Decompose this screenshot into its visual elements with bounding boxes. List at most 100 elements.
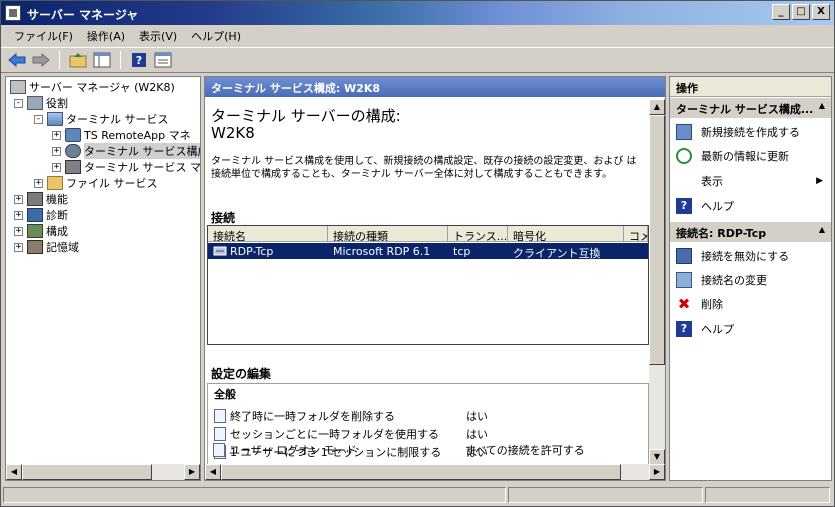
column-header-type[interactable]: 接続の種類 <box>328 226 448 241</box>
scroll-left-button[interactable]: ◀ <box>205 464 221 480</box>
tree-item-features[interactable]: + 機能 <box>14 191 68 207</box>
expand-toggle[interactable]: + <box>14 226 23 236</box>
tree-label: ターミナル サービス <box>66 113 169 126</box>
forward-arrow-icon[interactable] <box>31 50 51 70</box>
server-manager-window: サーバー マネージャ _ □ X ファイル(F) 操作(A) 表示(V) ヘルプ… <box>0 0 835 507</box>
toolbar: ? <box>1 47 834 73</box>
scroll-track[interactable] <box>221 464 649 480</box>
features-icon <box>27 192 43 206</box>
scroll-thumb[interactable] <box>649 115 665 365</box>
menu-action[interactable]: 操作(A) <box>80 26 132 46</box>
tree-label: サーバー マネージャ (W2K8) <box>29 81 175 94</box>
action-help-connection[interactable]: ? ヘルプ <box>670 318 831 340</box>
minimize-button[interactable]: _ <box>772 4 790 20</box>
collapse-toggle[interactable]: - <box>34 114 43 124</box>
help-icon: ? <box>676 321 692 337</box>
menu-file[interactable]: ファイル(F) <box>7 26 80 46</box>
tree-label: ターミナル サービス マネ <box>84 161 200 174</box>
status-cell <box>705 487 830 503</box>
tree-item-configuration[interactable]: + 構成 <box>14 223 68 239</box>
action-group-ts-config[interactable]: ターミナル サービス構成... ▲ <box>670 98 831 118</box>
setting-row[interactable]: セッションごとに一時フォルダを使用する はい <box>214 426 644 442</box>
expand-toggle[interactable]: + <box>52 130 61 140</box>
action-view[interactable]: 表示 ▶ <box>670 170 831 192</box>
tree-item-server-manager[interactable]: サーバー マネージャ (W2K8) <box>10 79 175 95</box>
tree-item-terminal-services[interactable]: - ターミナル サービス <box>34 111 169 127</box>
setting-row[interactable]: ユーザー ログオン モード すべての接続を許可する <box>213 442 643 458</box>
help-icon[interactable]: ? <box>129 50 149 70</box>
setting-icon <box>214 409 226 423</box>
diagnostics-icon <box>27 208 43 222</box>
scroll-right-button[interactable]: ▶ <box>184 464 200 480</box>
results-horizontal-scrollbar[interactable]: ◀ ▶ <box>205 464 665 480</box>
collapse-icon[interactable]: ▲ <box>819 225 825 239</box>
expand-toggle[interactable]: + <box>14 242 23 252</box>
connection-row[interactable]: RDP-Tcp Microsoft RDP 6.1 tcp クライアント互換 <box>208 243 648 259</box>
action-disable-connection[interactable]: 接続を無効にする <box>670 245 831 267</box>
scroll-up-button[interactable]: ▲ <box>649 99 665 115</box>
tree-item-ts-remoteapp[interactable]: + TS RemoteApp マネ <box>52 127 191 143</box>
submenu-arrow-icon: ▶ <box>816 176 823 186</box>
tree-label: ターミナル サービス構成 <box>84 143 200 159</box>
show-hide-tree-icon[interactable] <box>92 50 112 70</box>
setting-row[interactable]: 終了時に一時フォルダを削除する はい <box>214 408 644 424</box>
refresh-icon <box>676 148 692 164</box>
expand-toggle[interactable]: + <box>34 178 43 188</box>
results-vertical-scrollbar[interactable]: ▲ ▼ <box>649 99 665 465</box>
action-group-connection[interactable]: 接続名: RDP-Tcp ▲ <box>670 222 831 242</box>
tree-item-roles[interactable]: - 役割 <box>14 95 68 111</box>
help-icon: ? <box>676 198 692 214</box>
column-header-encryption[interactable]: 暗号化 <box>508 226 624 241</box>
menu-bar: ファイル(F) 操作(A) 表示(V) ヘルプ(H) <box>1 25 834 47</box>
tree-item-ts-manager[interactable]: + ターミナル サービス マネ <box>52 159 200 175</box>
scroll-right-button[interactable]: ▶ <box>649 464 665 480</box>
maximize-button[interactable]: □ <box>792 4 810 20</box>
collapse-icon[interactable]: ▲ <box>819 101 825 115</box>
tree-label: TS RemoteApp マネ <box>84 129 191 142</box>
action-refresh[interactable]: 最新の情報に更新 <box>670 145 831 167</box>
expand-toggle[interactable]: + <box>52 162 61 172</box>
action-new-connection[interactable]: 新規接続を作成する <box>670 121 831 143</box>
scroll-left-button[interactable]: ◀ <box>6 464 22 480</box>
collapse-toggle[interactable]: - <box>14 98 23 108</box>
status-cell <box>508 487 703 503</box>
menu-help[interactable]: ヘルプ(H) <box>184 26 248 46</box>
tree-horizontal-scrollbar[interactable]: ◀ ▶ <box>6 464 200 480</box>
menu-view[interactable]: 表示(V) <box>132 26 184 46</box>
disable-connection-icon <box>676 248 692 264</box>
action-group-title: ターミナル サービス構成... <box>676 103 814 116</box>
scroll-down-button[interactable]: ▼ <box>649 449 665 465</box>
tree-item-storage[interactable]: + 記憶域 <box>14 239 79 255</box>
view-icon <box>676 173 692 189</box>
column-header-comment[interactable]: コメ <box>624 226 648 241</box>
tree-item-diagnostics[interactable]: + 診断 <box>14 207 68 223</box>
expand-toggle[interactable]: + <box>52 146 61 156</box>
back-arrow-icon[interactable] <box>7 50 27 70</box>
storage-icon <box>27 240 43 254</box>
title-bar[interactable]: サーバー マネージャ _ □ X <box>1 1 834 25</box>
column-header-transport[interactable]: トランス... <box>448 226 508 241</box>
action-delete[interactable]: ✖ 削除 <box>670 293 831 315</box>
toolbar-separator <box>120 51 121 69</box>
scroll-thumb[interactable] <box>22 464 152 480</box>
roles-icon <box>27 96 43 110</box>
scroll-track[interactable] <box>22 464 184 480</box>
action-rename[interactable]: 接続名の変更 <box>670 269 831 291</box>
setting-value: はい <box>466 410 488 423</box>
column-header-name[interactable]: 接続名 <box>208 226 328 241</box>
up-folder-icon[interactable] <box>68 50 88 70</box>
tree-label: 記憶域 <box>46 241 79 254</box>
help-glyph: ? <box>136 54 142 67</box>
tree-item-ts-configuration[interactable]: + ターミナル サービス構成 <box>52 143 200 159</box>
close-button[interactable]: X <box>812 4 830 20</box>
scroll-thumb[interactable] <box>221 464 621 480</box>
tree-item-file-services[interactable]: + ファイル サービス <box>34 175 158 191</box>
connection-encryption: クライアント互換 <box>513 247 601 259</box>
setting-icon <box>213 443 225 457</box>
expand-toggle[interactable]: + <box>14 210 23 220</box>
action-help[interactable]: ? ヘルプ <box>670 195 831 217</box>
expand-toggle[interactable]: + <box>14 194 23 204</box>
action-group-title: 接続名: RDP-Tcp <box>676 227 767 240</box>
action-label: ヘルプ <box>701 200 734 213</box>
properties-icon[interactable] <box>153 50 173 70</box>
